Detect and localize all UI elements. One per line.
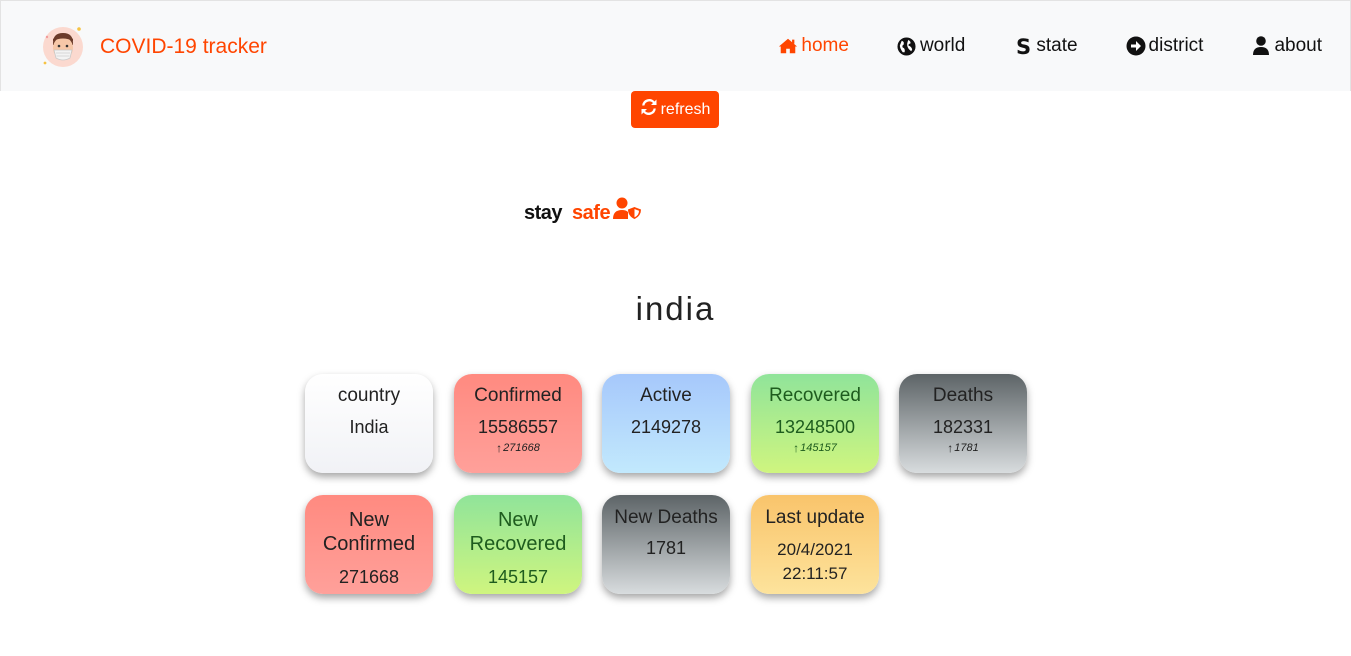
refresh-label: refresh <box>660 100 711 118</box>
arrow-up-icon: ↑ <box>947 441 954 455</box>
masked-person-icon <box>41 25 85 69</box>
card-delta: ↑ 271668 <box>454 441 582 455</box>
delta-value: 271668 <box>503 442 540 454</box>
deaths-card: Deaths 182331 ↑ 1781 <box>899 374 1027 473</box>
nav-item-about[interactable]: about <box>1251 35 1322 57</box>
slogan-stay: stay <box>524 202 563 224</box>
card-value: 182331 <box>932 417 994 437</box>
nav-item-label: home <box>801 35 849 56</box>
card-value: 1781 <box>645 538 687 558</box>
slogan: stay safe <box>524 197 642 225</box>
arrow-up-icon: ↑ <box>793 441 800 455</box>
card-value: India <box>349 417 389 437</box>
card-delta: ↑ 145157 <box>751 441 879 455</box>
arrow-circle-icon <box>1126 36 1146 56</box>
card-label: New Recovered <box>469 509 567 555</box>
nav-item-label: world <box>919 35 966 56</box>
card-value: 271668 <box>338 567 400 587</box>
card-label: Recovered <box>769 385 861 406</box>
new-deaths-card: New Deaths 1781 <box>602 495 730 594</box>
card-label: New Confirmed <box>322 509 416 555</box>
new-confirmed-card: New Confirmed 271668 <box>305 495 433 594</box>
last-update-date: 20/4/2021 <box>777 540 853 559</box>
card-delta: ↑ 1781 <box>899 441 1027 455</box>
user-shield-icon <box>613 197 642 224</box>
nav-item-home[interactable]: home <box>778 35 849 57</box>
delta-value: 145157 <box>800 442 837 454</box>
svg-text:S: S <box>1016 36 1031 56</box>
last-update-card: Last update 20/4/2021 22:11:57 <box>751 495 879 594</box>
nav-menu: home world S state district about <box>778 35 1322 57</box>
card-value: 15586557 <box>477 417 559 437</box>
card-value: 13248500 <box>774 417 856 437</box>
card-label: Confirmed <box>474 385 562 406</box>
active-card: Active 2149278 <box>602 374 730 473</box>
card-label: Last update <box>765 507 865 528</box>
user-icon <box>1251 36 1271 56</box>
nav-item-label: district <box>1148 35 1204 56</box>
delta-value: 1781 <box>954 442 979 454</box>
arrow-up-icon: ↑ <box>496 441 503 455</box>
navbar: COVID-19 tracker home world S state dist… <box>0 0 1351 91</box>
home-icon <box>778 36 798 56</box>
card-label: Deaths <box>932 385 994 406</box>
card-value: 2149278 <box>630 417 702 437</box>
refresh-button[interactable]: refresh <box>631 91 719 128</box>
nav-item-label: about <box>1274 35 1322 56</box>
brand-title: COVID-19 tracker <box>100 35 267 58</box>
card-label: country <box>337 385 401 406</box>
nav-item-world[interactable]: world <box>897 35 965 57</box>
last-update-time: 22:11:57 <box>782 564 848 583</box>
slogan-safe: safe <box>572 202 611 224</box>
recovered-card: Recovered 13248500 ↑ 145157 <box>751 374 879 473</box>
confirmed-card: Confirmed 15586557 ↑ 271668 <box>454 374 582 473</box>
globe-icon <box>897 36 917 56</box>
brand-link[interactable]: COVID-19 tracker <box>41 25 267 69</box>
nav-item-label: state <box>1036 35 1078 56</box>
sync-icon <box>640 98 661 121</box>
country-card: country India <box>305 374 433 473</box>
card-label: Active <box>640 385 692 406</box>
nav-item-state[interactable]: S state <box>1013 35 1077 57</box>
s-icon: S <box>1013 36 1033 56</box>
country-title: india <box>635 290 716 327</box>
card-value: 145157 <box>487 567 549 587</box>
new-recovered-card: New Recovered 145157 <box>454 495 582 594</box>
card-label: New Deaths <box>614 507 718 528</box>
nav-item-district[interactable]: district <box>1126 35 1204 57</box>
